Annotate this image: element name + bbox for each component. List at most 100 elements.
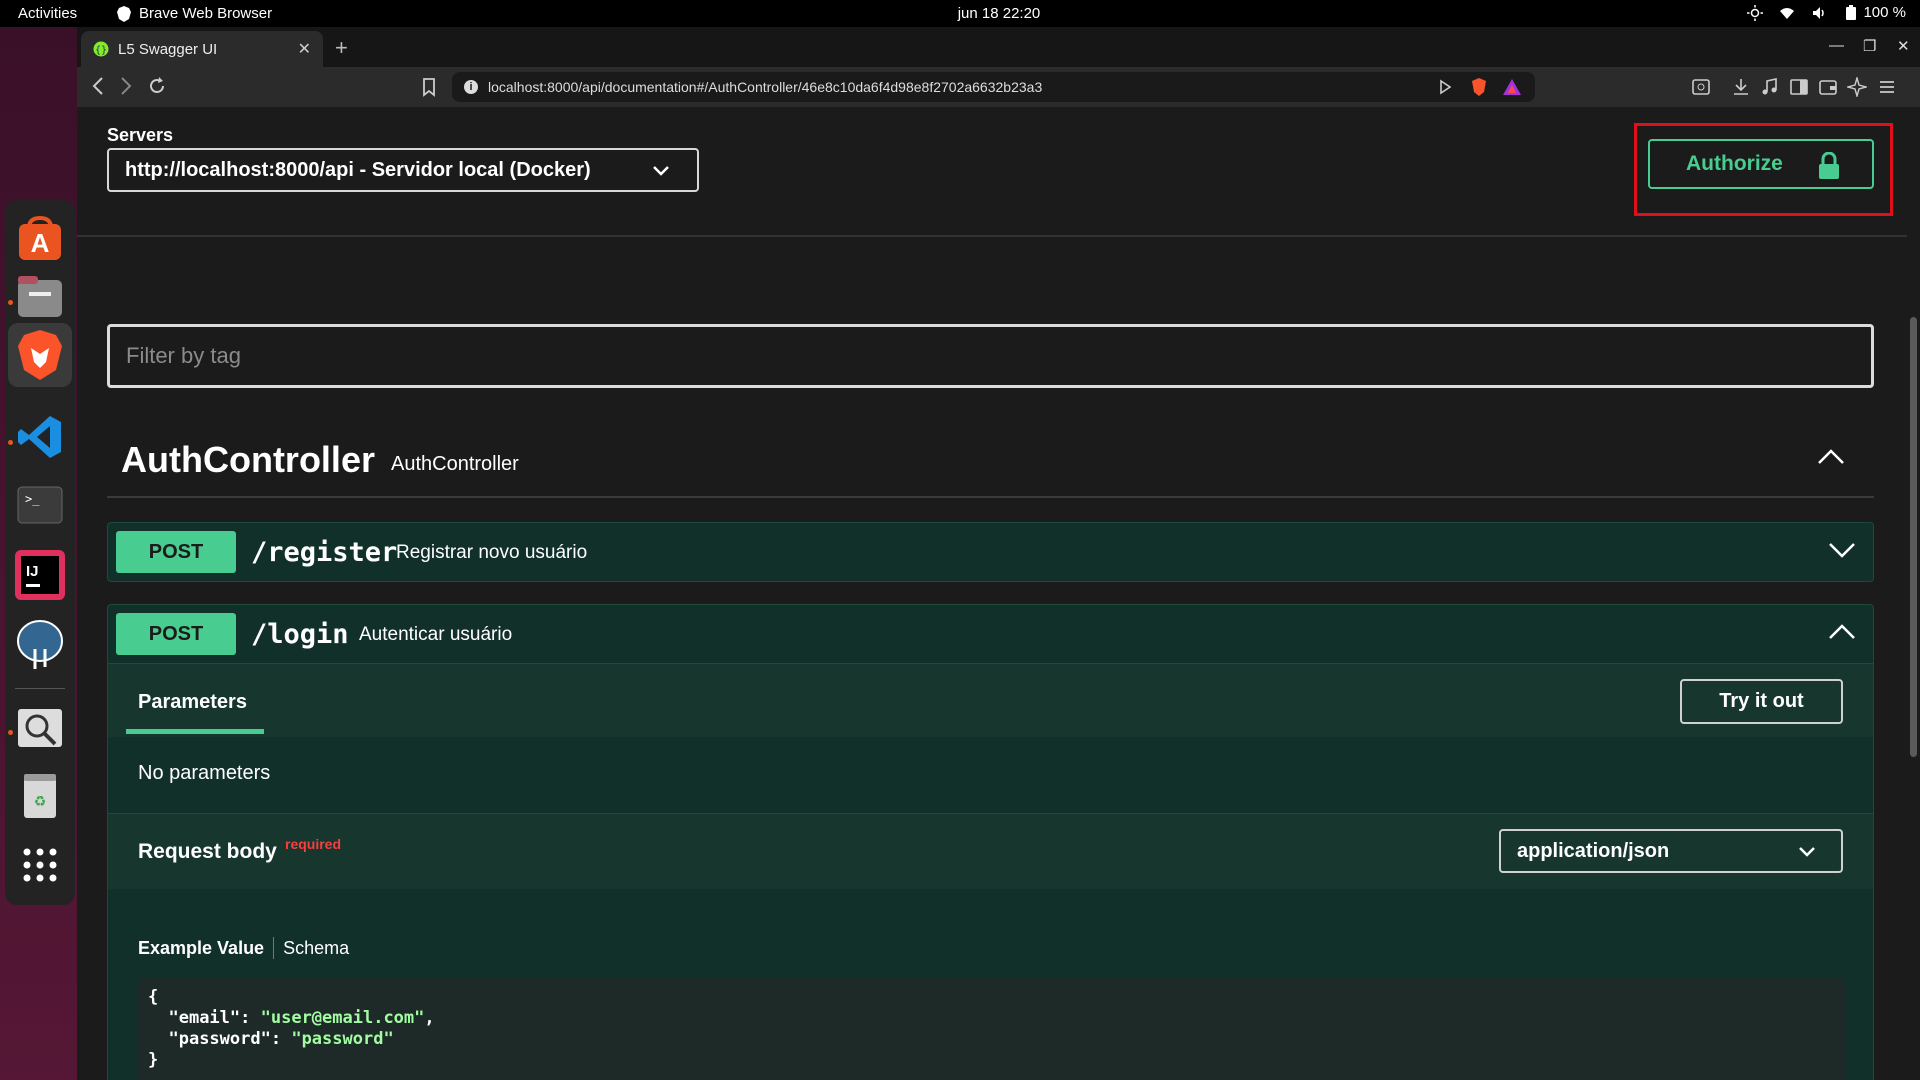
site-info-icon[interactable]: i: [464, 80, 478, 94]
running-indicator: [8, 440, 13, 445]
bookmark-icon[interactable]: [419, 77, 439, 97]
leo-ai-icon[interactable]: [1847, 77, 1867, 97]
content-type-select[interactable]: application/json: [1499, 829, 1843, 873]
operation-path: /login: [251, 619, 349, 650]
battery-icon: [1846, 4, 1857, 20]
share-icon[interactable]: [1435, 77, 1455, 97]
files-icon: [18, 276, 62, 317]
reload-icon[interactable]: [147, 76, 167, 96]
content-type-value: application/json: [1517, 839, 1670, 862]
browser-tab[interactable]: {} L5 Swagger UI ✕: [81, 31, 323, 67]
brave-lion-icon: [18, 330, 62, 380]
method-badge: POST: [116, 613, 236, 655]
lock-icon: [1819, 152, 1839, 179]
dock-app-center[interactable]: A: [15, 214, 65, 264]
vscode-icon: [18, 416, 61, 458]
operation-path: /register: [251, 537, 398, 568]
dock-trash[interactable]: ♻: [15, 772, 65, 822]
menu-icon[interactable]: [1877, 77, 1897, 97]
clock[interactable]: jun 18 22:20: [0, 5, 1920, 22]
battery-level: 100 %: [1863, 4, 1906, 21]
scheme-container: Servers http://localhost:8000/api - Serv…: [77, 107, 1907, 237]
tab-active-indicator: [126, 729, 264, 734]
chevron-down-icon: [653, 166, 669, 176]
dock-brave[interactable]: [8, 323, 72, 387]
brave-shields-icon[interactable]: [1469, 77, 1489, 97]
running-indicator: [8, 730, 13, 735]
chevron-down-icon[interactable]: [1827, 539, 1857, 561]
dock-intellij[interactable]: IJ: [15, 550, 65, 600]
svg-text:A: A: [31, 228, 50, 258]
operation-summary[interactable]: POST /login Autenticar usuário: [108, 605, 1873, 663]
tab-example-value[interactable]: Example Value: [138, 938, 264, 959]
sidebar-icon[interactable]: [1789, 77, 1809, 97]
code-value-email: "user@email.com": [260, 1008, 425, 1028]
app-center-icon: A: [19, 216, 61, 260]
tab-schema[interactable]: Schema: [283, 938, 349, 959]
close-window-button[interactable]: ✕: [1897, 37, 1910, 55]
wallet-icon[interactable]: [1818, 77, 1838, 97]
download-icon[interactable]: [1731, 77, 1751, 97]
forward-icon[interactable]: [119, 76, 133, 96]
trash-icon: ♻: [24, 774, 56, 818]
browser-window: {} L5 Swagger UI ✕ + — ❐ ✕ i localhost:8…: [77, 27, 1920, 1080]
intellij-icon: IJ: [15, 550, 65, 600]
screenshot-icon[interactable]: [1691, 77, 1711, 97]
code-key-email: "email": [168, 1008, 241, 1028]
code-key-password: "password": [168, 1029, 271, 1049]
dock-image-viewer[interactable]: [15, 703, 65, 753]
tag-description: AuthController: [391, 453, 519, 475]
svg-text:♻: ♻: [34, 794, 47, 810]
dock-terminal[interactable]: >_: [15, 480, 65, 530]
url-text: localhost:8000/api/documentation#/AuthCo…: [488, 79, 1043, 95]
tab-close-icon[interactable]: ✕: [298, 39, 311, 59]
dock-files[interactable]: [15, 272, 65, 322]
maximize-button[interactable]: ❐: [1863, 37, 1876, 55]
new-tab-button[interactable]: +: [335, 35, 348, 61]
battery-indicator: 100 %: [1843, 4, 1906, 21]
code-brace-open: {: [148, 987, 159, 1007]
address-bar[interactable]: i localhost:8000/api/documentation#/Auth…: [452, 72, 1535, 102]
page-scrollbar[interactable]: [1907, 107, 1920, 1080]
tab-parameters[interactable]: Parameters: [138, 691, 247, 714]
postgres-elephant-icon: [17, 620, 63, 669]
brightness-icon: [1747, 4, 1764, 21]
dock-separator: [15, 688, 65, 689]
no-parameters-text: No parameters: [138, 762, 271, 784]
chevron-up-icon[interactable]: [1827, 621, 1857, 643]
server-select[interactable]: http://localhost:8000/api - Servidor loc…: [107, 148, 699, 192]
dock-vscode[interactable]: [15, 412, 65, 462]
volume-icon: [1813, 6, 1825, 19]
example-code-block: { "email": "user@email.com", "password":…: [138, 977, 1845, 1080]
system-tray[interactable]: 100 %: [1747, 4, 1906, 21]
media-icon[interactable]: [1760, 77, 1780, 97]
svg-text:IJ: IJ: [26, 563, 39, 580]
request-body-title: Request body: [138, 840, 277, 863]
chevron-up-icon[interactable]: [1816, 447, 1846, 467]
swagger-favicon-icon: {}: [93, 41, 109, 57]
operation-summary-text: Registrar novo usuário: [396, 542, 588, 563]
parameters-header: Parameters Try it out: [108, 663, 1873, 737]
example-tabs: Example Value Schema: [138, 937, 349, 959]
browser-toolbar: i localhost:8000/api/documentation#/Auth…: [77, 67, 1920, 107]
servers-label: Servers: [107, 125, 174, 145]
dock-pgadmin[interactable]: [15, 620, 65, 670]
running-indicator: [8, 300, 13, 305]
magnifier-icon: [18, 709, 62, 747]
authorize-label: Authorize: [1686, 152, 1783, 175]
try-it-out-button[interactable]: Try it out: [1680, 679, 1843, 724]
svg-text:>_: >_: [25, 492, 40, 506]
back-icon[interactable]: [91, 76, 105, 96]
filter-by-tag-input[interactable]: [107, 324, 1874, 388]
brave-rewards-icon[interactable]: [1502, 77, 1522, 97]
tab-strip: {} L5 Swagger UI ✕ + — ❐ ✕: [77, 27, 1920, 67]
tag-section-header[interactable]: AuthController AuthController: [107, 417, 1874, 498]
operation-summary[interactable]: POST /register Registrar novo usuário: [108, 523, 1873, 581]
authorize-button[interactable]: Authorize: [1648, 139, 1874, 189]
dock-show-apps[interactable]: [15, 840, 65, 890]
svg-text:{}: {}: [95, 45, 107, 56]
system-top-bar: Activities Brave Web Browser jun 18 22:2…: [0, 0, 1920, 27]
code-brace-close: }: [148, 1050, 159, 1070]
scrollbar-thumb[interactable]: [1910, 317, 1917, 757]
minimize-button[interactable]: —: [1829, 37, 1844, 54]
